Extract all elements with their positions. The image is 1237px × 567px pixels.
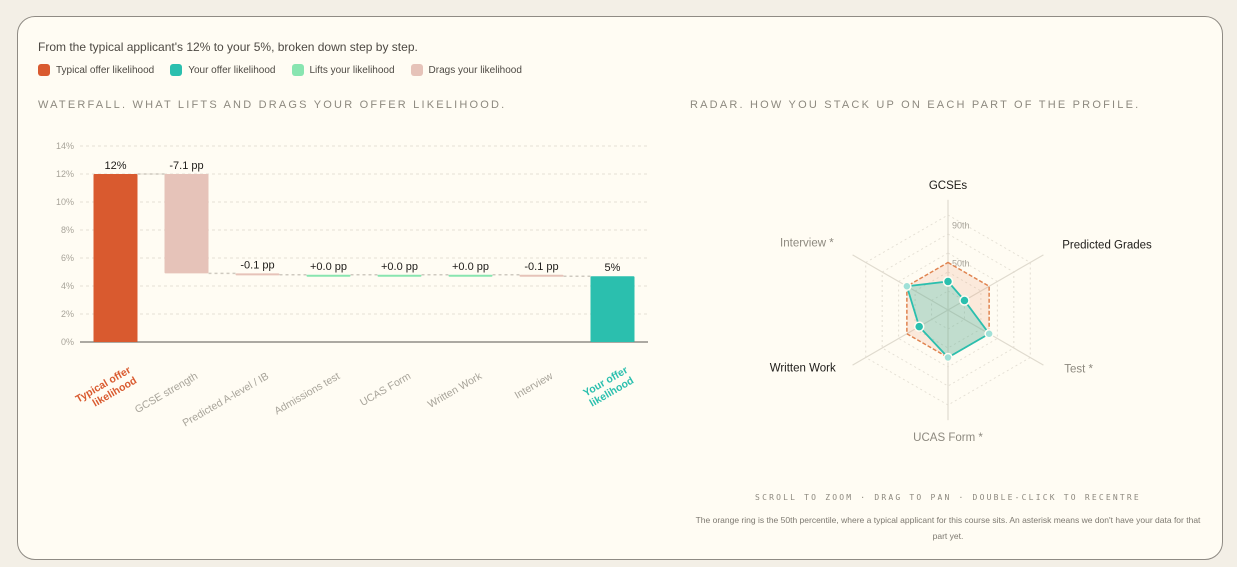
total-bar [93, 174, 138, 342]
chart-intro: From the typical applicant's 12% to your… [38, 40, 418, 54]
x-category-label: Admissions test [272, 370, 342, 417]
radar-point [902, 281, 912, 291]
radar-axis-label: Written Work [770, 363, 836, 375]
bar-value-label: 12% [104, 160, 126, 172]
waterfall-chart: 0% 2% 4% 6% 8% 10% 12% 14% 12% Typical offerlikel… [56, 141, 648, 429]
x-category-label: Your offerlikelihood [581, 364, 636, 409]
delta-bar [235, 273, 280, 276]
y-tick-label: 8% [61, 225, 74, 235]
legend-item-lifts: Lifts your likelihood [291, 64, 395, 76]
x-category-label: UCAS Form [358, 370, 413, 409]
delta-bar [519, 274, 564, 277]
y-tick-label: 0% [61, 337, 74, 347]
legend-item-typical: Typical offer likelihood [38, 64, 154, 76]
radar-axis-label: UCAS Form * [913, 432, 983, 444]
radar-axis-label: Interview * [780, 238, 834, 250]
legend-label: Typical offer likelihood [56, 64, 155, 76]
legend-label: Lifts your likelihood [309, 64, 395, 76]
radar-chart[interactable]: 50th90thGCSEsPredicted GradesTest *UCAS … [678, 127, 1218, 487]
radar-point [942, 276, 954, 287]
legend-item-yours: Your offer likelihood [170, 64, 276, 76]
legend-swatch-yours [170, 64, 183, 76]
delta-bar [306, 274, 351, 277]
waterfall-title: WATERFALL. WHAT LIFTS AND DRAGS YOUR OFF… [38, 99, 507, 111]
y-tick-label: 12% [56, 169, 74, 179]
delta-bar [448, 274, 493, 277]
bar-value-label: 5% [605, 262, 621, 274]
radar-point [984, 329, 994, 339]
y-tick-label: 10% [56, 197, 74, 207]
total-bar [590, 276, 635, 342]
y-tick-label: 6% [61, 253, 74, 263]
radar-hint: SCROLL TO ZOOM · DRAG TO PAN · DOUBLE-CL… [755, 493, 1141, 502]
bar-value-label: +0.0 pp [452, 261, 489, 273]
delta-bar [377, 274, 422, 277]
x-category-label: Interview [513, 370, 556, 402]
results-card: From the typical applicant's 12% to your… [17, 16, 1223, 560]
radar-axis-label: GCSEs [929, 180, 968, 192]
radar-point [913, 321, 925, 332]
radar-point [959, 295, 970, 306]
legend-swatch-lifts [291, 64, 304, 76]
legend-swatch-drags [410, 64, 423, 76]
legend-item-drags: Drags your likelihood [410, 64, 522, 76]
bar-value-label: -0.1 pp [524, 261, 558, 273]
legend: Typical offer likelihood Your offer like… [38, 64, 538, 76]
delta-bar [164, 174, 209, 274]
bar-value-label: -0.1 pp [240, 259, 274, 271]
bar-value-label: +0.0 pp [310, 261, 347, 273]
legend-swatch-typical [38, 64, 50, 76]
bar-value-label: +0.0 pp [381, 261, 418, 273]
radar-ring-label: 90th [952, 221, 970, 231]
legend-label: Your offer likelihood [188, 64, 276, 76]
y-tick-label: 4% [61, 281, 74, 291]
radar-title: RADAR. HOW YOU STACK UP ON EACH PART OF … [690, 99, 1141, 111]
radar-note: The orange ring is the 50th percentile, … [695, 515, 1201, 541]
y-tick-label: 14% [56, 141, 74, 151]
x-category-label: Written Work [426, 370, 485, 411]
bar-value-label: -7.1 pp [169, 160, 203, 172]
radar-axis-label: Test * [1064, 364, 1093, 376]
x-category-label: GCSE strength [133, 370, 200, 416]
x-category-label: Typical offerlikelihood [74, 364, 139, 416]
radar-point [943, 352, 953, 363]
y-tick-label: 2% [61, 309, 74, 319]
radar-axis-label: Predicted Grades [1062, 240, 1152, 252]
legend-label: Drags your likelihood [428, 64, 522, 76]
